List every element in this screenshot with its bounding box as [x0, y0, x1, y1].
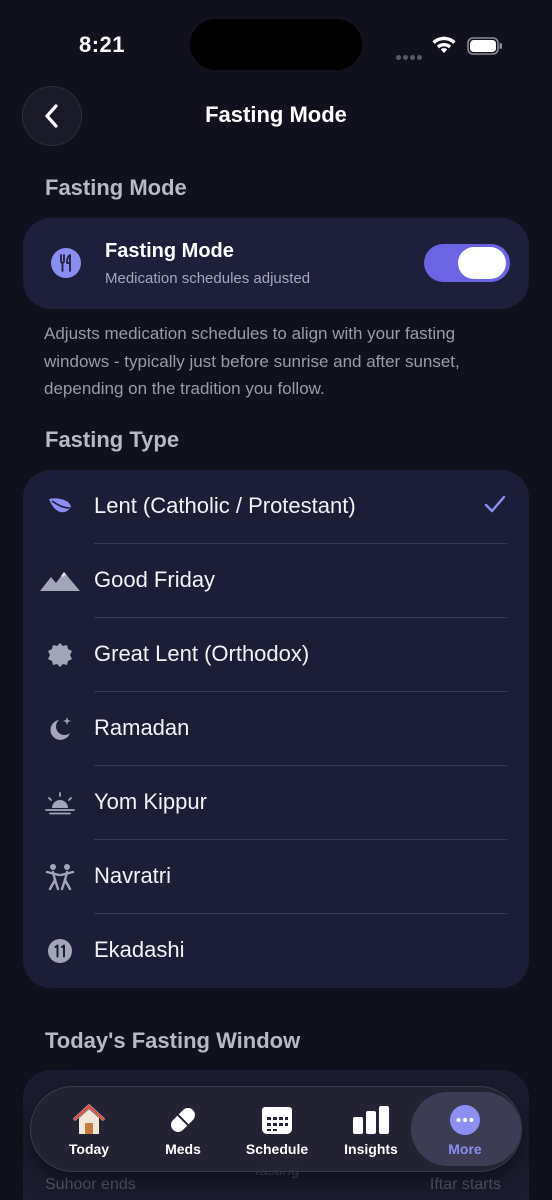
status-time: 8:21 [79, 32, 126, 57]
tab-label: Insights [344, 1141, 398, 1157]
calendar-icon [229, 1103, 325, 1137]
sunrise-icon [39, 788, 81, 818]
tab-today[interactable]: Today [41, 1087, 137, 1173]
fork-knife-icon [51, 248, 81, 278]
tab-meds[interactable]: Meds [135, 1087, 231, 1173]
fasting-mode-toggle-subtitle: Medication schedules adjusted [105, 270, 311, 287]
fasting-type-label: Ekadashi [94, 937, 185, 962]
fasting-mode-toggle[interactable] [424, 244, 510, 282]
battery-icon [467, 37, 502, 55]
fasting-type-option-yom-kippur[interactable]: Yom Kippur [23, 766, 529, 840]
fasting-type-label: Good Friday [94, 567, 216, 592]
page-title: Fasting Mode [205, 102, 347, 127]
fasting-type-label: Ramadan [94, 715, 190, 740]
fasting-mode-section-label: Fasting Mode [45, 175, 187, 200]
leaf-icon [39, 492, 81, 522]
tab-label: Meds [165, 1141, 201, 1157]
tab-more[interactable]: More [411, 1087, 521, 1173]
seal-icon [39, 640, 81, 670]
fasting-type-label: Yom Kippur [94, 789, 207, 814]
fasting-type-option-good-friday[interactable]: Good Friday [23, 544, 529, 618]
tab-schedule[interactable]: Schedule [229, 1087, 325, 1173]
tab-insights[interactable]: Insights [323, 1087, 419, 1173]
fasting-mode-card: Fasting Mode Medication schedules adjust… [23, 218, 529, 309]
fasting-type-label: Lent (Catholic / Protestant) [94, 493, 356, 518]
fasting-type-option-ramadan[interactable]: Ramadan [23, 692, 529, 766]
iftar-label: Iftar starts [429, 1176, 501, 1193]
mountains-icon [39, 566, 81, 596]
fasting-window-section-label: Today's Fasting Window [45, 1028, 301, 1053]
wifi-icon [432, 36, 456, 53]
tab-bar: Today Meds Schedule Insights More [30, 1086, 522, 1172]
fasting-type-option-ekadashi[interactable]: Ekadashi [23, 914, 529, 988]
cellular-signal-icon [396, 47, 424, 65]
more-icon [417, 1103, 513, 1137]
fasting-mode-description: Adjusts medication schedules to align wi… [44, 324, 460, 398]
toggle-knob [458, 247, 506, 279]
fasting-type-list: Lent (Catholic / Protestant) Good Friday… [23, 470, 529, 988]
tab-label: More [448, 1141, 482, 1157]
crescent-moon-icon [39, 714, 81, 744]
suhoor-label: Suhoor ends [45, 1176, 136, 1193]
fasting-mode-toggle-title: Fasting Mode [105, 240, 234, 262]
bar-chart-icon [323, 1103, 419, 1137]
fasting-type-option-lent[interactable]: Lent (Catholic / Protestant) [23, 470, 529, 544]
status-bar: 8:21 [0, 0, 552, 90]
house-icon [41, 1103, 137, 1137]
dancing-figures-icon [39, 862, 81, 892]
number-11-icon [39, 936, 81, 966]
fasting-type-section-label: Fasting Type [45, 427, 180, 452]
checkmark-icon [484, 495, 506, 513]
pill-icon [135, 1103, 231, 1137]
tab-label: Today [68, 1141, 110, 1157]
fasting-type-option-navratri[interactable]: Navratri [23, 840, 529, 914]
fasting-type-label: Navratri [94, 863, 172, 888]
dynamic-island [190, 19, 362, 70]
fasting-type-option-great-lent[interactable]: Great Lent (Orthodox) [23, 618, 529, 692]
tab-label: Schedule [245, 1141, 309, 1157]
fasting-type-label: Great Lent (Orthodox) [94, 641, 310, 666]
